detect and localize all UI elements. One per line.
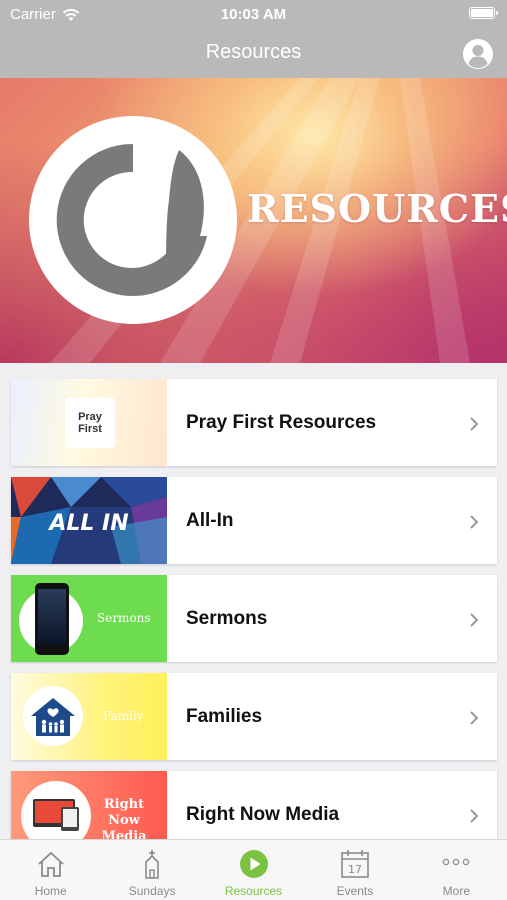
- families-circle: [23, 686, 83, 746]
- tab-label: Resources: [224, 884, 283, 898]
- family-house-icon: [31, 698, 75, 736]
- banner-title: RESOURCES: [247, 186, 507, 231]
- play-icon: [239, 850, 268, 878]
- chevron-right-icon: [470, 711, 479, 725]
- user-avatar-icon: [468, 45, 488, 69]
- tab-label: Home: [34, 884, 67, 898]
- tab-label: Events: [336, 884, 374, 898]
- chevron-right-icon: [470, 613, 479, 627]
- resources-banner: RESOURCES: [0, 78, 507, 363]
- families-thumb-text: Family: [103, 709, 144, 723]
- tab-label: More: [442, 884, 470, 898]
- nav-bar: Resources: [0, 30, 507, 78]
- all-in-thumbnail: ALL IN: [11, 477, 167, 564]
- tab-home[interactable]: Home: [0, 840, 101, 900]
- resource-label: Right Now Media: [186, 804, 340, 825]
- pray-first-badge-line-1: Pray: [78, 411, 102, 423]
- church-logo-mark-icon: [56, 143, 207, 296]
- sermons-thumbnail: Sermons: [11, 575, 167, 662]
- chevron-right-icon: [470, 809, 479, 823]
- calendar-day: 17: [348, 863, 362, 876]
- pray-first-thumbnail: Pray First: [11, 379, 167, 466]
- pray-first-badge: Pray First: [65, 398, 115, 448]
- tab-label: Sundays: [128, 884, 176, 898]
- chevron-right-icon: [470, 515, 479, 529]
- tab-sundays[interactable]: Sundays: [101, 840, 202, 900]
- rn-thumb-line-1: Right Now: [103, 797, 145, 828]
- calendar-icon: 17: [341, 850, 369, 878]
- status-time: 10:03 AM: [220, 6, 287, 23]
- resource-item-pray-first[interactable]: Pray First Pray First Resources: [11, 379, 497, 466]
- tab-bar: Home Sundays Resources 17 Events More: [0, 839, 507, 900]
- resource-label: Sermons: [186, 608, 268, 629]
- all-in-artwork: ALL IN: [11, 477, 167, 564]
- resource-item-families[interactable]: Family Families: [11, 673, 497, 760]
- right-now-media-thumb-text: Right Now Media: [89, 797, 159, 845]
- status-bar: Carrier 10:03 AM: [0, 0, 507, 30]
- resource-label: Families: [186, 706, 263, 727]
- all-in-thumb-text: ALL IN: [47, 511, 128, 536]
- tab-more[interactable]: More: [406, 840, 507, 900]
- resource-item-sermons[interactable]: Sermons Sermons: [11, 575, 497, 662]
- pray-first-badge-line-2: First: [78, 423, 102, 435]
- phone-icon: [35, 583, 69, 655]
- chevron-right-icon: [470, 417, 479, 431]
- church-icon: [145, 850, 159, 879]
- resource-label: All-In: [186, 510, 234, 531]
- profile-button[interactable]: [463, 39, 493, 69]
- tab-events[interactable]: 17 Events: [304, 840, 405, 900]
- sermons-thumb-text: Sermons: [97, 611, 151, 625]
- resource-item-all-in[interactable]: ALL IN All-In: [11, 477, 497, 564]
- tab-resources[interactable]: Resources: [203, 840, 304, 900]
- families-thumbnail: Family: [11, 673, 167, 760]
- page-title: Resources: [205, 41, 302, 63]
- church-logo: [29, 116, 237, 324]
- resource-label: Pray First Resources: [186, 412, 377, 433]
- more-icon: [443, 858, 470, 866]
- battery-icon: [469, 7, 498, 19]
- home-icon: [38, 851, 64, 877]
